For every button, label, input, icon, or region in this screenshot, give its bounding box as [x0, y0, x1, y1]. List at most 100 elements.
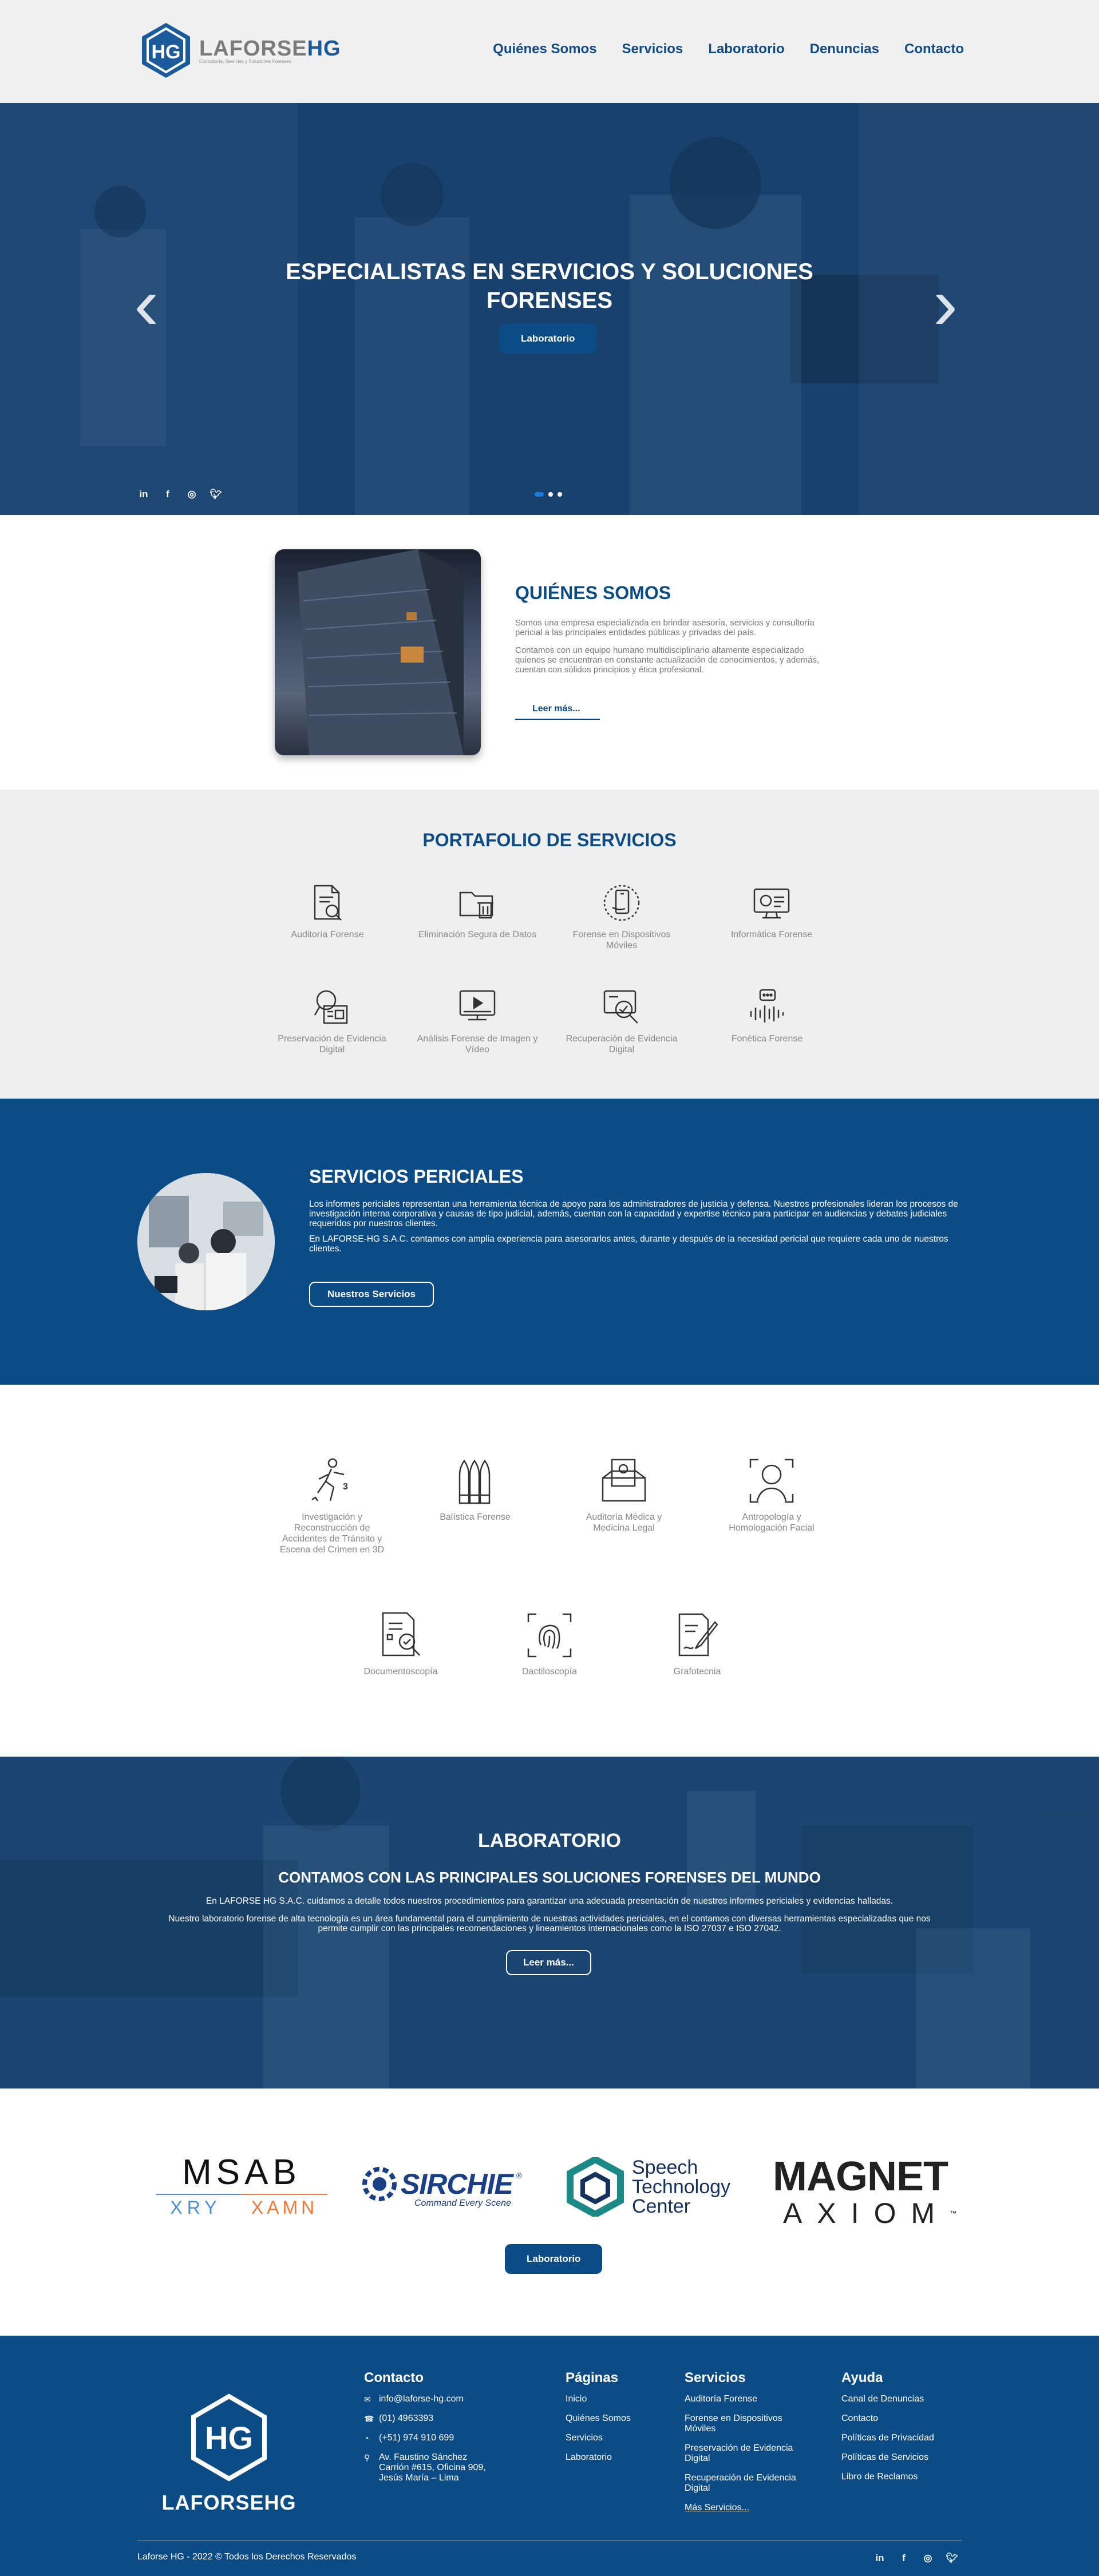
nav-contacto[interactable]: Contacto [904, 41, 964, 57]
pericial-accidentes[interactable]: 3 Investigación y Reconstrucción de Acci… [275, 1453, 389, 1555]
periciales-title: SERVICIOS PERICIALES [309, 1166, 524, 1187]
pericial-dactiloscopia[interactable]: Dactiloscopía [492, 1608, 607, 1677]
carousel-dot-2[interactable] [548, 492, 553, 497]
pericial-grafotecnia[interactable]: Grafotecnia [640, 1608, 754, 1677]
nav-laboratorio[interactable]: Laboratorio [708, 41, 784, 57]
service-auditoria-forense[interactable]: Auditoría Forense [264, 881, 390, 940]
footer-social-links: in f ◎ 🐦︎ [873, 2552, 958, 2565]
footer-link-mas-servicios[interactable]: Más Servicios... [685, 2503, 811, 2513]
nav-servicios[interactable]: Servicios [622, 41, 683, 57]
pericial-label: Documentoscopía [363, 1667, 438, 1677]
footer-whatsapp[interactable]: ◔ (+51) 974 910 699 [364, 2433, 496, 2443]
footer-link-laboratorio[interactable]: Laboratorio [566, 2452, 631, 2463]
pericial-label: Auditoría Médica y Medicina Legal [586, 1512, 662, 1533]
laboratorio-paragraph-2: Nuestro laboratorio forense de alta tecn… [168, 1914, 931, 1933]
footer-link-moviles[interactable]: Forense en Dispositivos Móviles [685, 2413, 811, 2434]
carousel-prev-arrow[interactable]: ‹ [134, 266, 159, 340]
service-forense-moviles[interactable]: Forense en Dispositivos Móviles [559, 881, 685, 951]
service-label: Informática Forense [730, 930, 813, 940]
footer-email[interactable]: ✉ info@laforse-hg.com [364, 2394, 496, 2404]
brand-logo[interactable]: HG LAFORSEHG Consultoría, Servicios y So… [139, 21, 341, 80]
mail-icon: ✉ [364, 2395, 371, 2404]
facebook-icon[interactable]: f [161, 488, 174, 501]
pericial-auditoria-medica[interactable]: Auditoría Médica y Medicina Legal [567, 1453, 681, 1533]
nav-quienes-somos[interactable]: Quiénes Somos [493, 41, 596, 57]
service-label: Forense en Dispositivos Móviles [572, 930, 671, 950]
twitter-icon[interactable]: 🐦︎ [209, 488, 222, 501]
portfolio-title: PORTAFOLIO DE SERVICIOS [422, 830, 677, 850]
hero-social-links: in f ◎ 🐦︎ [137, 488, 222, 501]
pericial-label: Balística Forense [440, 1512, 511, 1522]
footer-pages: Páginas Inicio Quiénes Somos Servicios L… [566, 2370, 631, 2472]
footer-help-title: Ayuda [841, 2370, 883, 2385]
twitter-icon[interactable]: 🐦︎ [946, 2552, 958, 2565]
service-fonetica-forense[interactable]: Fonética Forense [704, 985, 830, 1044]
footer-link-auditoria[interactable]: Auditoría Forense [685, 2394, 811, 2404]
instagram-icon[interactable]: ◎ [185, 488, 198, 501]
sirchie-logo[interactable]: SIRCHIE ® Command Every Scene [362, 2166, 533, 2209]
footer-logo-wordmark: LAFORSEHG [161, 2491, 297, 2514]
footer-services-title: Servicios [685, 2370, 746, 2385]
linkedin-icon[interactable]: in [137, 488, 150, 501]
service-recuperacion-evidencia[interactable]: Recuperación de Evidencia Digital [559, 985, 685, 1055]
partners-laboratorio-button[interactable]: Laboratorio [505, 2244, 603, 2274]
site-header: HG LAFORSEHG Consultoría, Servicios y So… [0, 0, 1099, 103]
service-eliminacion-segura[interactable]: Eliminación Segura de Datos [414, 881, 540, 940]
stc-emblem-icon [567, 2157, 624, 2217]
logo-wordmark: LAFORSEHG [199, 37, 341, 61]
speech-technology-center-logo[interactable]: Speech Technology Center [567, 2157, 750, 2217]
handwriting-icon [670, 1608, 725, 1663]
stc-word-1: Speech [632, 2157, 698, 2178]
pericial-balistica[interactable]: Balística Forense [418, 1453, 532, 1523]
footer-link-libro-reclamos[interactable]: Libro de Reclamos [841, 2472, 934, 2482]
service-informatica-forense[interactable]: Informática Forense [709, 881, 835, 940]
service-label: Preservación de Evidencia Digital [278, 1034, 386, 1055]
pericial-antropologia[interactable]: Antropología y Homologación Facial [714, 1453, 829, 1533]
hero-laboratorio-button[interactable]: Laboratorio [499, 324, 597, 354]
footer-link-denuncias[interactable]: Canal de Denuncias [841, 2394, 934, 2404]
service-preservacion-evidencia[interactable]: Preservación de Evidencia Digital [269, 985, 395, 1055]
magnet-wordmark: MAGNET [773, 2154, 948, 2199]
hg-hexagon-icon: HG [142, 23, 190, 78]
footer-pages-title: Páginas [566, 2370, 619, 2385]
pericial-documentoscopia[interactable]: Documentoscopía [343, 1608, 458, 1677]
msab-logo[interactable]: MSAB XRY XAMN [156, 2155, 327, 2218]
mobile-forensic-icon [600, 881, 643, 925]
service-label: Auditoría Forense [291, 930, 364, 940]
carousel-dot-1[interactable] [535, 492, 544, 497]
footer-link-servicios[interactable]: Servicios [566, 2433, 631, 2443]
nuestros-servicios-button[interactable]: Nuestros Servicios [309, 1282, 434, 1307]
footer-link-politicas-servicios[interactable]: Políticas de Servicios [841, 2452, 934, 2463]
periciales-paragraph-1: Los informes periciales representan una … [309, 1199, 958, 1228]
footer-logo[interactable]: HG LAFORSEHG [160, 2393, 298, 2515]
facebook-icon[interactable]: f [898, 2552, 910, 2565]
footer-link-contacto[interactable]: Contacto [841, 2413, 934, 2424]
instagram-icon[interactable]: ◎ [922, 2552, 934, 2565]
service-analisis-imagen-video[interactable]: Análisis Forense de Imagen y Vídeo [414, 985, 540, 1055]
linkedin-icon[interactable]: in [873, 2552, 886, 2565]
about-read-more-link[interactable]: Leer más... [515, 699, 600, 720]
laboratorio-section: LABORATORIO CONTAMOS CON LAS PRINCIPALES… [0, 1757, 1099, 2088]
laboratorio-read-more-button[interactable]: Leer más... [506, 1950, 591, 1975]
footer-link-recuperacion[interactable]: Recuperación de Evidencia Digital [685, 2473, 811, 2494]
nav-denuncias[interactable]: Denuncias [810, 41, 879, 57]
stc-word-3: Center [632, 2195, 691, 2217]
sirchie-emblem-icon [362, 2167, 397, 2201]
periciales-description: Los informes periciales representan una … [309, 1199, 962, 1259]
document-icon [373, 1608, 428, 1663]
preservation-icon [310, 985, 354, 1029]
footer-link-privacidad[interactable]: Políticas de Privacidad [841, 2433, 934, 2443]
footer-services: Servicios Auditoría Forense Forense en D… [685, 2370, 811, 2522]
footer-phone[interactable]: ☎ (01) 4963393 [364, 2413, 496, 2424]
footer-link-inicio[interactable]: Inicio [566, 2394, 631, 2404]
carousel-next-arrow[interactable]: › [933, 266, 958, 340]
footer-link-preservacion[interactable]: Preservación de Evidencia Digital [685, 2443, 811, 2464]
about-description: Somos una empresa especializada en brind… [515, 618, 824, 683]
laboratorio-description: En LAFORSE HG S.A.C. cuidamos a detalle … [160, 1896, 939, 1941]
xry-label: XRY [170, 2197, 222, 2218]
svg-text:3: 3 [343, 1482, 348, 1492]
footer-link-quienes-somos[interactable]: Quiénes Somos [566, 2413, 631, 2424]
carousel-dot-3[interactable] [558, 492, 562, 497]
magnet-axiom-logo[interactable]: MAGNET AXIOM™ [772, 2154, 956, 2229]
hg-hexagon-icon: HG [191, 2393, 267, 2482]
